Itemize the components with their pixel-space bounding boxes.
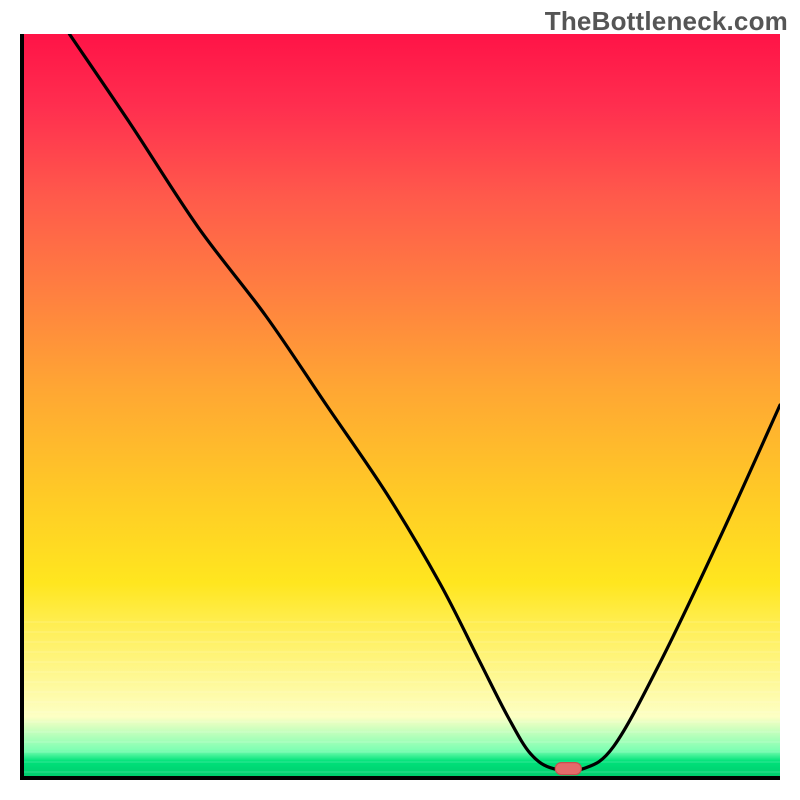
curve-svg (24, 34, 780, 776)
watermark-text: TheBottleneck.com (545, 6, 788, 37)
chart-stage: TheBottleneck.com (0, 0, 800, 800)
plot-area (20, 34, 780, 780)
optimal-marker (555, 763, 581, 775)
bottleneck-curve-path (69, 34, 780, 771)
